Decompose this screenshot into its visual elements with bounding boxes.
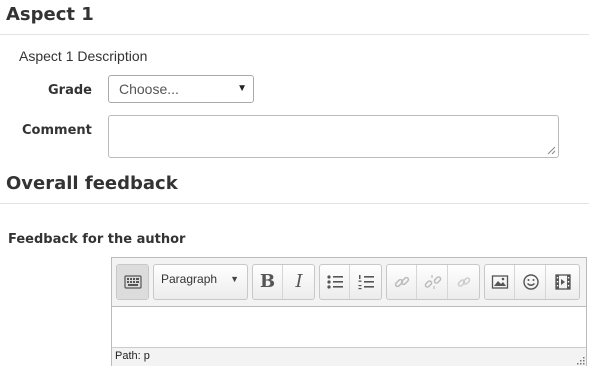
format-select-value: Paragraph	[161, 272, 218, 286]
toolbar-group-links	[386, 264, 480, 300]
unlink-icon	[424, 275, 441, 289]
bold-icon: B	[259, 271, 276, 292]
toolbar-toggle-icon	[123, 275, 142, 289]
editor-content-area[interactable]	[112, 307, 586, 347]
format-select[interactable]: Paragraph ▼	[153, 264, 248, 300]
grade-label: Grade	[48, 83, 92, 98]
resize-grip-icon[interactable]	[576, 356, 585, 365]
aspect-divider	[0, 34, 589, 35]
resize-grip-icon[interactable]	[547, 146, 556, 155]
no-autolink-button[interactable]	[449, 265, 479, 299]
media-button[interactable]	[547, 265, 579, 299]
toolbar-toggle-button[interactable]	[117, 265, 148, 299]
emoticon-button[interactable]	[516, 265, 546, 299]
media-icon	[555, 274, 571, 290]
unlink-button[interactable]	[418, 265, 448, 299]
image-button[interactable]	[485, 265, 515, 299]
aspect-description: Aspect 1 Description	[19, 48, 148, 64]
italic-icon: I	[295, 271, 303, 292]
bold-button[interactable]: B	[253, 265, 283, 299]
editor-toolbar: Paragraph ▼ B I	[112, 258, 586, 307]
comment-textarea[interactable]	[108, 115, 559, 158]
link-button[interactable]	[387, 265, 417, 299]
chevron-down-icon: ▼	[230, 274, 239, 284]
no-autolink-icon	[457, 277, 471, 287]
feedback-editor: Paragraph ▼ B I Path: p	[111, 257, 587, 366]
grade-select-value: Choose...	[119, 81, 179, 97]
editor-statusbar: Path: p	[112, 347, 586, 366]
emoticon-icon	[522, 274, 539, 290]
toolbar-group-lists	[319, 264, 382, 300]
numbered-list-button[interactable]	[351, 265, 381, 299]
grade-select[interactable]: Choose... ▼	[108, 75, 254, 103]
bullet-list-button[interactable]	[320, 265, 350, 299]
toolbar-group-toggle	[116, 264, 149, 300]
bullet-list-icon	[326, 275, 343, 289]
toolbar-group-style: B I	[252, 264, 315, 300]
overall-divider	[0, 203, 589, 204]
toolbar-group-media	[484, 264, 580, 300]
italic-button[interactable]: I	[284, 265, 314, 299]
numbered-list-icon	[358, 275, 374, 290]
aspect-heading: Aspect 1	[6, 4, 94, 25]
chevron-down-icon: ▼	[237, 83, 247, 94]
feedback-author-label: Feedback for the author	[8, 232, 186, 247]
editor-path: Path: p	[115, 350, 150, 362]
comment-label: Comment	[22, 123, 92, 138]
image-icon	[491, 275, 508, 289]
link-icon	[394, 276, 409, 288]
overall-feedback-heading: Overall feedback	[6, 173, 178, 194]
